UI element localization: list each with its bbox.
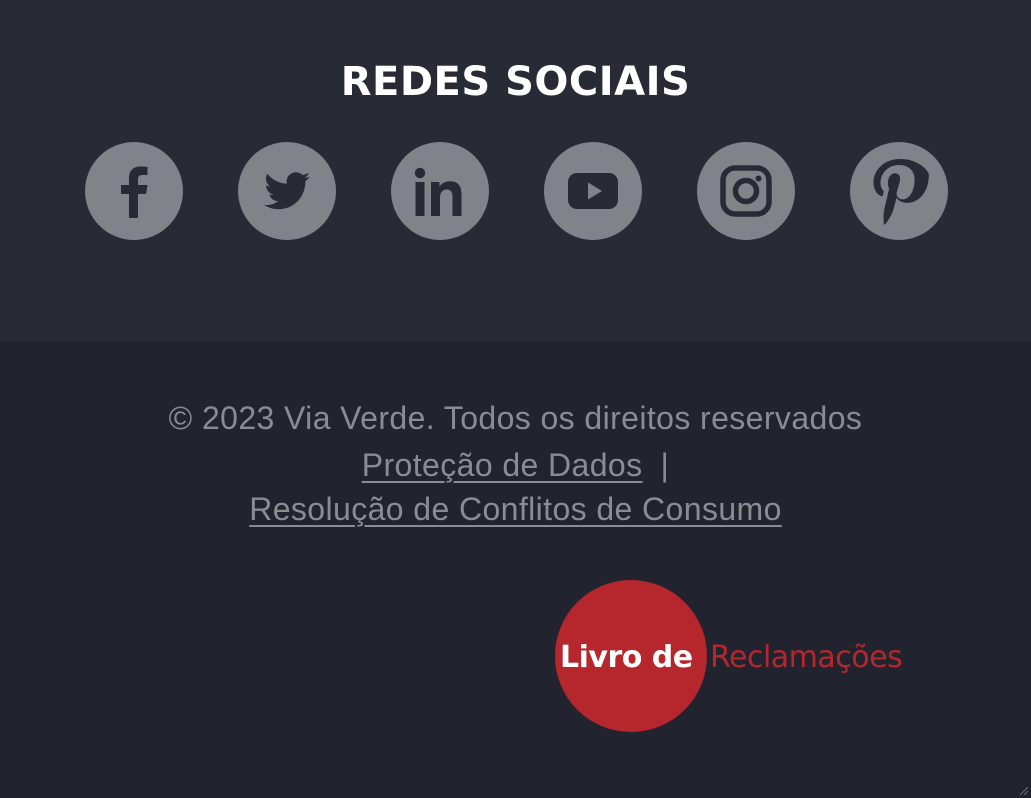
legal-links-row: Proteção de Dados | — [0, 445, 1031, 485]
complaints-book-link[interactable]: Livro de Reclamações — [548, 578, 948, 736]
social-media-section: REDES SOCIAIS — [0, 0, 1031, 341]
resize-grip-icon[interactable] — [1017, 784, 1029, 796]
legal-links-row-2: Resolução de Conflitos de Consumo — [0, 489, 1031, 529]
consumer-disputes-link[interactable]: Resolução de Conflitos de Consumo — [249, 491, 782, 527]
instagram-link[interactable] — [697, 142, 795, 240]
complaints-book-label-part2: Reclamações — [710, 640, 903, 675]
complaints-book-label-part1: Livro de — [560, 640, 693, 675]
youtube-link[interactable] — [544, 142, 642, 240]
legal-section: © 2023 Via Verde. Todos os direitos rese… — [0, 341, 1031, 798]
youtube-icon — [568, 173, 618, 209]
facebook-link[interactable] — [85, 142, 183, 240]
social-icons-row — [0, 142, 1031, 240]
linkedin-icon — [414, 167, 462, 216]
data-protection-link[interactable]: Proteção de Dados — [362, 447, 643, 483]
link-separator: | — [660, 447, 670, 483]
twitter-icon — [264, 172, 310, 210]
pinterest-link[interactable] — [850, 142, 948, 240]
twitter-link[interactable] — [238, 142, 336, 240]
facebook-icon — [121, 166, 148, 218]
instagram-icon — [720, 165, 772, 217]
social-title: REDES SOCIAIS — [340, 59, 691, 105]
copyright-text: © 2023 Via Verde. Todos os direitos rese… — [168, 400, 863, 436]
pinterest-icon — [873, 159, 929, 225]
linkedin-link[interactable] — [391, 142, 489, 240]
